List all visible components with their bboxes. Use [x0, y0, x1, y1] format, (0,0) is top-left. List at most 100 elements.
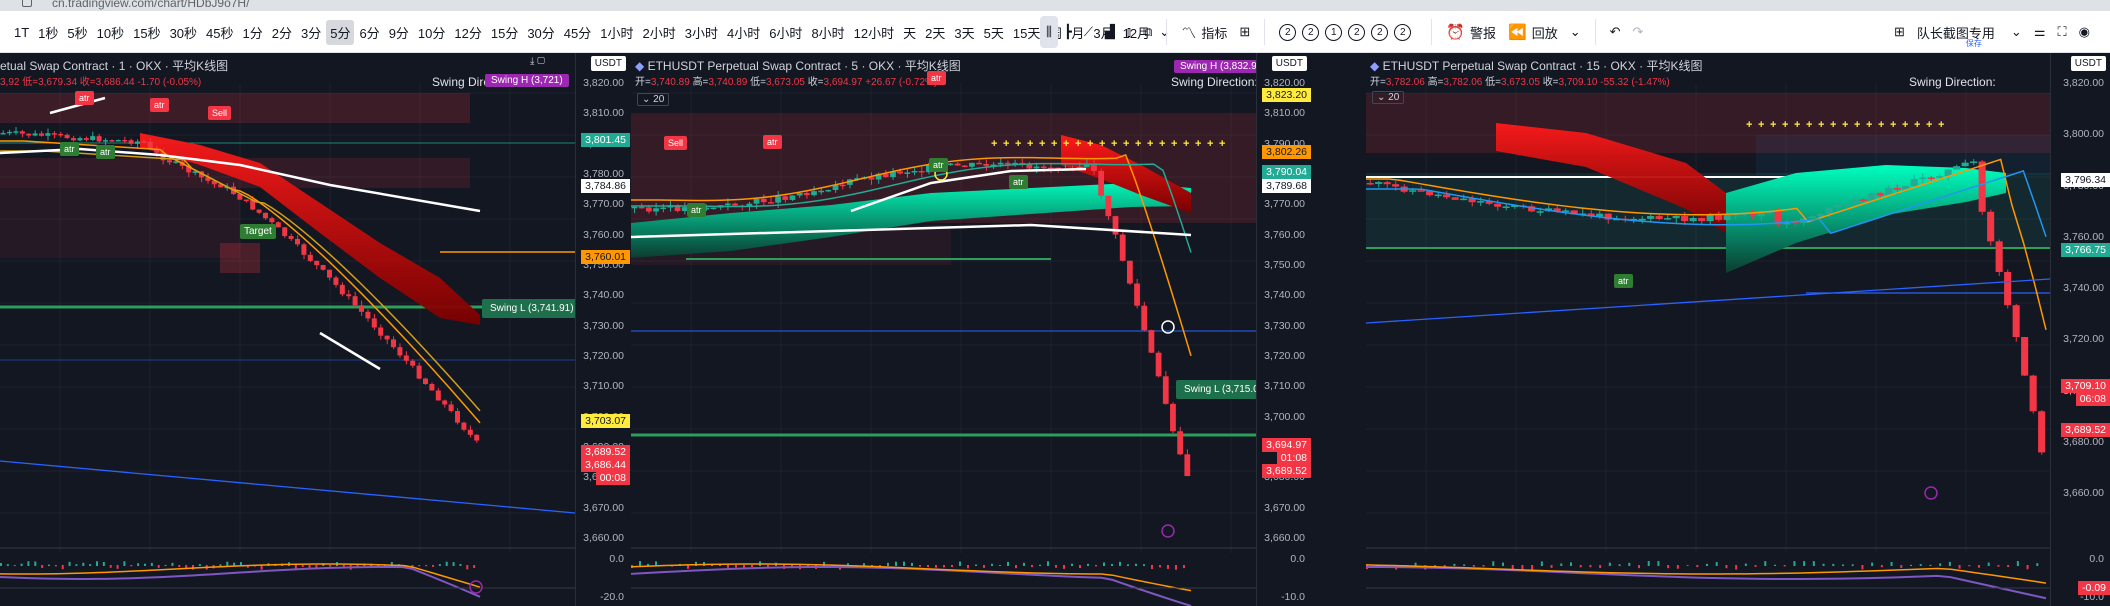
indicator-count-badge[interactable]: 2: [1302, 23, 1320, 41]
top-toolbar: 1T 1秒 5秒 10秒 15秒 30秒 45秒 1分 2分 3分 5分 6分 9分 10分 12分 15分 3…: [0, 11, 2110, 53]
indicators-button[interactable]: 〽指标: [1175, 16, 1233, 48]
price-axis[interactable]: USDT 3,820.003,800.003,780.003,760.003,7…: [2050, 53, 2110, 606]
templates-button[interactable]: ⊞: [1233, 16, 1256, 48]
timeframe-0[interactable]: 1T: [10, 22, 33, 43]
fullscreen-button[interactable]: ⛶: [2051, 16, 2072, 48]
timeframe-18[interactable]: 1小时: [596, 20, 637, 45]
chart-canvas[interactable]: + + + + + + + + + + + + + + + + + + + +: [631, 53, 1311, 606]
timeframe-8[interactable]: 2分: [268, 20, 296, 45]
histogram-bar: [329, 565, 332, 567]
timeframe-27[interactable]: 3天: [950, 20, 978, 45]
candle-body: [1170, 403, 1176, 432]
timeframe-15[interactable]: 15分: [487, 20, 522, 45]
maximize-icon[interactable]: ▢: [537, 56, 545, 67]
histogram-bar: [144, 563, 146, 566]
candle-body: [1434, 194, 1442, 197]
timeframe-17[interactable]: 45分: [560, 20, 595, 45]
indicator-count-toggle[interactable]: ⌄ 20: [637, 93, 670, 106]
candle-body: [58, 133, 64, 136]
chart-pane-5m[interactable]: + + + + + + + + + + + + + + + + + + + + ◆ ETHUSDT Perpetual…: [631, 53, 1311, 606]
chart-canvas[interactable]: [0, 53, 630, 606]
timeframe-22[interactable]: 6小时: [765, 20, 806, 45]
indicator-count-badge[interactable]: 2: [1371, 23, 1389, 41]
timeframe-29[interactable]: 15天: [1009, 20, 1044, 45]
timeframe-23[interactable]: 8小时: [807, 20, 848, 45]
chart-type-compare-button[interactable]: ⧉: [1137, 16, 1158, 48]
timeframe-bar: 1T 1秒 5秒 10秒 15秒 30秒 45秒 1分 2分 3分 5分 6分 9分 10分 12分 15分 3…: [0, 11, 1175, 53]
plus-marker: +: [1818, 119, 1824, 131]
grid-icon: ⊞: [1239, 24, 1251, 39]
candle-body: [115, 139, 121, 142]
chart-type-bars-button[interactable]: ┣: [1058, 16, 1078, 48]
timeframe-2[interactable]: 5秒: [63, 20, 91, 45]
pane-controls[interactable]: ⤓ ▢: [530, 56, 545, 67]
timeframe-7[interactable]: 1分: [239, 20, 267, 45]
timeframe-20[interactable]: 3小时: [681, 20, 722, 45]
timeframe-19[interactable]: 2小时: [639, 20, 680, 45]
timeframe-6[interactable]: 45秒: [202, 20, 237, 45]
indicator-count-toggle[interactable]: ⌄ 20: [1372, 91, 1405, 104]
trend-line: [319, 331, 381, 371]
symbol-badge[interactable]: USDT: [2070, 56, 2106, 71]
download-icon[interactable]: ⤓: [530, 56, 534, 67]
symbol-badge[interactable]: USDT: [590, 56, 626, 71]
plus-marker: +: [1075, 138, 1081, 150]
timeframe-3[interactable]: 10秒: [93, 20, 128, 45]
chart-type-line-button[interactable]: ⟋: [1078, 16, 1099, 48]
histogram-bar: [1832, 563, 1835, 566]
chart-canvas[interactable]: + + + + + + + + + + + + + + + + +: [1366, 53, 2110, 606]
timeframe-26[interactable]: 2天: [921, 20, 949, 45]
histogram-bar: [1968, 565, 1971, 567]
histogram-bar: [1696, 565, 1699, 568]
snapshot-button[interactable]: ◉: [2073, 16, 2096, 48]
undo-button[interactable]: ↶: [1604, 16, 1627, 48]
timeframe-12[interactable]: 9分: [385, 20, 413, 45]
alert-button[interactable]: ⏰ 警报: [1440, 16, 1502, 48]
plus-marker: +: [1890, 119, 1896, 131]
timeframe-5[interactable]: 30秒: [166, 20, 201, 45]
symbol-badge[interactable]: USDT: [1271, 56, 1307, 71]
timeframe-28[interactable]: 5天: [980, 20, 1008, 45]
user-button[interactable]: 队长截图专用 保存: [1911, 16, 2005, 49]
candles-icon: ⫼: [1046, 24, 1052, 39]
histogram-bar: [198, 564, 201, 566]
indicator-count-badge[interactable]: 1: [1325, 23, 1343, 41]
redo-button[interactable]: ↷: [1627, 16, 1650, 48]
timeframe-25[interactable]: 天: [899, 20, 920, 45]
price-label: 00:08: [595, 471, 630, 485]
chart-pane-1m[interactable]: etual Swap Contract · 1 · OKX · 平均K线图 3,…: [0, 53, 630, 606]
user-menu-button[interactable]: ⌄: [2005, 16, 2028, 48]
timeframe-4[interactable]: 15秒: [129, 20, 164, 45]
layout-button[interactable]: ⊞: [1888, 16, 1911, 48]
candle-body: [314, 260, 320, 266]
timeframe-24[interactable]: 12小时: [850, 20, 898, 45]
timeframe-16[interactable]: 30分: [523, 20, 558, 45]
chart-type-hollow-button[interactable]: ⫾: [1121, 16, 1137, 48]
timeframe-13[interactable]: 10分: [414, 20, 449, 45]
oscillator-tick: 0.0: [1290, 553, 1305, 565]
timeframe-14[interactable]: 12分: [450, 20, 485, 45]
replay-button[interactable]: ⏪ 回放: [1502, 16, 1564, 48]
settings-button[interactable]: ⚌: [2028, 16, 2052, 48]
histogram-bar: [1754, 565, 1757, 567]
candle-body: [1502, 206, 1510, 208]
timeframe-1[interactable]: 1秒: [34, 20, 62, 45]
indicator-count-badge[interactable]: 2: [1279, 23, 1297, 41]
chart-type-candles-button[interactable]: ⫼: [1040, 16, 1058, 48]
price-tick: 3,710.00: [1264, 380, 1305, 393]
chart-pane-15m[interactable]: + + + + + + + + + + + + + + + + + ◆ ETHUSDT Perpetual Sw…: [1366, 53, 2110, 606]
browser-url-bar[interactable]: cn.tradingview.com/chart/HDbJ9o7H/: [0, 0, 2110, 11]
price-axis[interactable]: USDT 3,820.003,810.003,790.003,780.003,7…: [575, 53, 630, 606]
low-label: 低=: [750, 77, 766, 88]
timeframe-9[interactable]: 3分: [297, 20, 325, 45]
replay-menu-button[interactable]: ⌄: [1564, 16, 1587, 48]
timeframe-21[interactable]: 4小时: [723, 20, 764, 45]
price-axis[interactable]: USDT 3,820.003,810.003,790.003,780.003,7…: [1256, 53, 1311, 606]
histogram-bar: [219, 564, 222, 566]
indicator-count-badge[interactable]: 2: [1348, 23, 1366, 41]
lock-icon: [22, 0, 32, 7]
indicator-count-badge[interactable]: 2: [1394, 23, 1412, 41]
timeframe-11[interactable]: 6分: [355, 20, 383, 45]
chart-type-area-button[interactable]: ▟: [1099, 16, 1121, 48]
timeframe-10[interactable]: 5分: [326, 19, 355, 45]
